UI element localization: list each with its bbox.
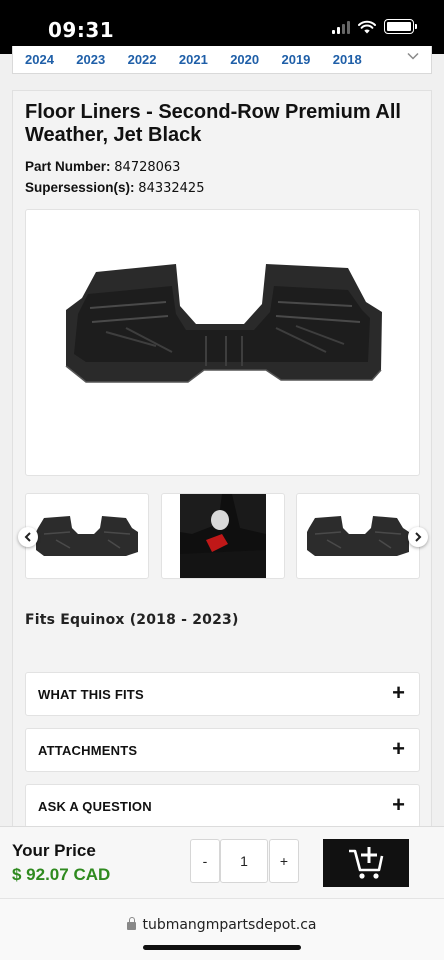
product-card: Floor Liners - Second-Row Premium All We… (12, 90, 432, 860)
quantity-increase-button[interactable]: + (269, 839, 299, 883)
year-link[interactable]: 2023 (76, 52, 127, 67)
accordion-label: ASK A QUESTION (38, 799, 152, 814)
quantity-decrease-button[interactable]: - (190, 839, 220, 883)
product-title: Floor Liners - Second-Row Premium All We… (25, 101, 401, 146)
part-number-value: 84728063 (114, 160, 181, 175)
signal-icon (332, 20, 350, 34)
year-link[interactable]: 2024 (25, 52, 76, 67)
battery-icon (384, 19, 417, 34)
supersession-label: Supersession(s): (25, 180, 135, 195)
chevron-right-icon (415, 532, 422, 542)
carousel-prev-button[interactable] (18, 527, 38, 547)
url-display[interactable]: tubmangmpartsdepot.ca (0, 917, 444, 933)
accordion-what-this-fits[interactable]: WHAT THIS FITS + (25, 672, 420, 716)
plus-icon: + (392, 736, 405, 761)
part-number-row: Part Number: 84728063 (25, 159, 180, 175)
purchase-bar: Your Price $ 92.07 CAD - 1 + (0, 826, 444, 898)
quantity-input[interactable]: 1 (220, 839, 268, 883)
thumbnail-1[interactable] (25, 493, 149, 579)
url-text: tubmangmpartsdepot.ca (142, 917, 317, 933)
add-to-cart-icon (349, 847, 384, 879)
floor-liner-image (65, 264, 382, 383)
thumbnail-carousel (18, 493, 428, 579)
year-link[interactable]: 2018 (333, 52, 384, 67)
accordion-label: WHAT THIS FITS (38, 687, 144, 702)
supersession-value: 84332425 (138, 181, 205, 196)
supersession-row: Supersession(s): 84332425 (25, 180, 204, 196)
year-link[interactable]: 2019 (281, 52, 332, 67)
plus-icon: + (392, 792, 405, 817)
status-time: 09:31 (48, 18, 115, 42)
chevron-left-icon (24, 532, 31, 542)
thumbnail-2[interactable] (161, 493, 285, 579)
chevron-down-icon[interactable] (407, 50, 419, 62)
price-value: $ 92.07 CAD (12, 865, 111, 884)
home-indicator[interactable] (143, 945, 301, 950)
plus-icon: + (392, 680, 405, 705)
fitment-text: Fits Equinox (2018 - 2023) (25, 612, 239, 628)
year-list: 2024 2023 2022 2021 2020 2019 2018 (25, 52, 384, 67)
browser-address-bar: tubmangmpartsdepot.ca (0, 898, 444, 960)
year-selector: 2024 2023 2022 2021 2020 2019 2018 (12, 46, 432, 74)
accordion-attachments[interactable]: ATTACHMENTS + (25, 728, 420, 772)
year-link[interactable]: 2022 (128, 52, 179, 67)
status-icons (332, 19, 417, 34)
year-link[interactable]: 2021 (179, 52, 230, 67)
accordion-ask-a-question[interactable]: ASK A QUESTION + (25, 784, 420, 828)
add-to-cart-button[interactable] (323, 839, 409, 887)
floor-liner-thumbnail (36, 516, 138, 556)
thumbnail-3[interactable] (296, 493, 420, 579)
wifi-icon (358, 20, 376, 33)
product-main-image[interactable] (25, 209, 420, 476)
lock-icon (127, 917, 137, 930)
floor-liner-thumbnail (307, 516, 409, 556)
part-number-label: Part Number: (25, 159, 111, 174)
accordion-label: ATTACHMENTS (38, 743, 138, 758)
year-link[interactable]: 2020 (230, 52, 281, 67)
price-label: Your Price (12, 841, 96, 860)
carousel-next-button[interactable] (408, 527, 428, 547)
installed-liner-thumbnail (180, 494, 266, 578)
